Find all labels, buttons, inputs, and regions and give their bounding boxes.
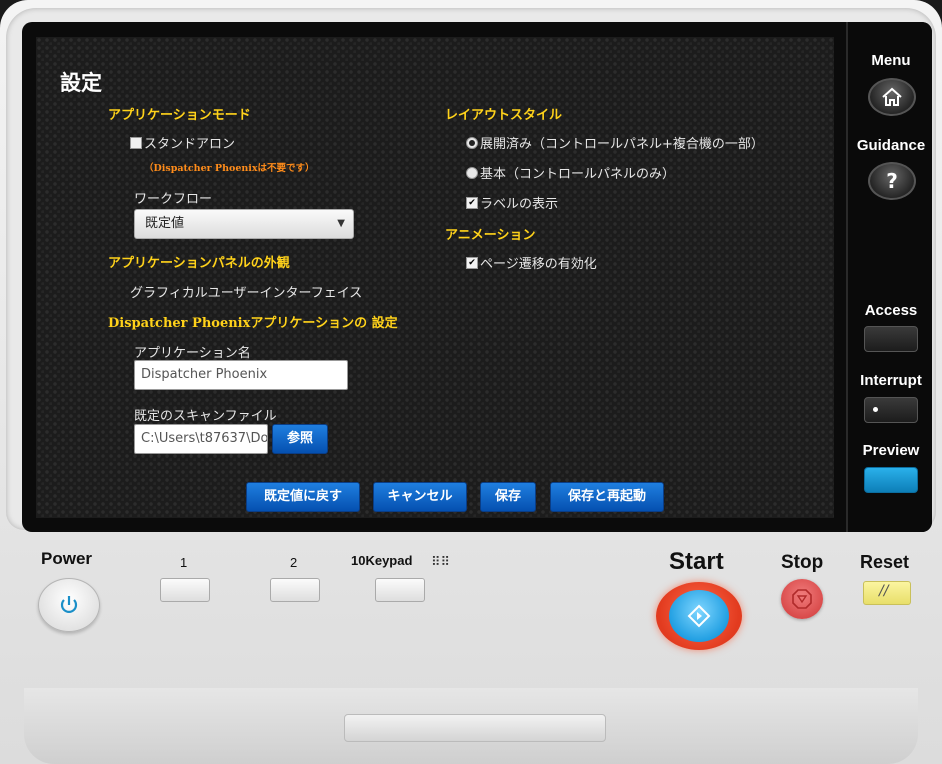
stop-button[interactable]	[781, 579, 823, 619]
power-icon	[60, 596, 78, 613]
power-button[interactable]	[38, 578, 100, 632]
stop-label: Stop	[781, 552, 824, 573]
app-name-label: アプリケーション名	[134, 346, 251, 361]
start-button[interactable]	[656, 582, 742, 650]
layout-expanded-label[interactable]: 展開済み（コントロールパネル+複合機の一部）	[480, 133, 764, 152]
tray-handle[interactable]	[344, 714, 606, 742]
key2-button[interactable]	[270, 578, 320, 602]
page-transition-checkbox[interactable]: ✔	[466, 257, 478, 269]
standalone-note: （Dispatcher Phoenixは不要です）	[144, 163, 315, 174]
home-icon	[882, 87, 902, 106]
browse-button[interactable]: 参照	[272, 424, 328, 454]
page-transition-label[interactable]: ページ遷移の有効化	[480, 253, 597, 272]
key1-label: 1	[180, 555, 188, 570]
menu-button[interactable]	[868, 78, 916, 116]
workflow-select-value: 既定値	[145, 216, 185, 231]
reset-label: Reset	[860, 552, 910, 572]
layout-expanded-radio[interactable]	[466, 137, 478, 149]
layout-basic-radio[interactable]	[466, 167, 478, 179]
save-button[interactable]: 保存	[480, 482, 536, 512]
start-label: Start	[669, 548, 724, 575]
keypad-button[interactable]	[375, 578, 425, 602]
panel-appearance-value: グラフィカルユーザーインターフェイス	[130, 286, 363, 301]
interrupt-indicator-icon	[873, 407, 878, 412]
layout-style-heading: レイアウトスタイル	[445, 108, 563, 123]
key1-button[interactable]	[160, 578, 210, 602]
menu-label: Menu	[871, 52, 911, 69]
dp-settings-heading: Dispatcher Phoenixアプリケーションの 設定	[108, 316, 398, 331]
show-labels-checkbox[interactable]: ✔	[466, 197, 478, 209]
access-button[interactable]	[864, 326, 918, 352]
guidance-label: Guidance	[856, 137, 926, 154]
touch-screen: 設定 アプリケーションモード スタンドアロン （Dispatcher Phoen…	[22, 22, 932, 532]
device-body: 設定 アプリケーションモード スタンドアロン （Dispatcher Phoen…	[0, 0, 942, 764]
app-name-input[interactable]: Dispatcher Phoenix	[134, 360, 348, 390]
show-labels-label[interactable]: ラベルの表示	[480, 193, 558, 212]
keypad-label: 10Keypad	[351, 553, 413, 568]
stop-octagon-icon	[792, 589, 812, 609]
dropdown-arrow-icon: ▼	[337, 218, 345, 229]
standalone-label[interactable]: スタンドアロン	[144, 133, 235, 152]
start-button-core	[669, 590, 729, 642]
side-panel: Menu Guidance ? Access Interrupt Preview	[846, 22, 932, 532]
app-mode-heading: アプリケーションモード	[108, 108, 251, 123]
panel-appearance-heading: アプリケーションパネルの外観	[108, 256, 290, 271]
layout-basic-label[interactable]: 基本（コントロールパネルのみ）	[480, 163, 675, 182]
screen-bezel: 設定 アプリケーションモード スタンドアロン （Dispatcher Phoen…	[6, 8, 936, 532]
page-title: 設定	[60, 71, 102, 95]
scan-file-label: 既定のスキャンファイル	[134, 409, 277, 424]
animation-heading: アニメーション	[445, 228, 536, 243]
settings-panel: 設定 アプリケーションモード スタンドアロン （Dispatcher Phoen…	[36, 37, 834, 518]
preview-button[interactable]	[864, 467, 918, 493]
reset-default-button[interactable]: 既定値に戻す	[246, 482, 360, 512]
guidance-button[interactable]: ?	[868, 162, 916, 200]
preview-label: Preview	[862, 442, 920, 459]
scan-file-input[interactable]: C:\Users\t87637\Do	[134, 424, 268, 454]
question-icon: ?	[886, 169, 898, 193]
paper-tray	[24, 688, 918, 764]
power-label: Power	[41, 549, 93, 568]
workflow-select[interactable]: 既定値 ▼	[134, 209, 354, 239]
interrupt-label: Interrupt	[860, 372, 922, 389]
interrupt-button[interactable]	[864, 397, 918, 423]
save-restart-button[interactable]: 保存と再起動	[550, 482, 664, 512]
access-label: Access	[864, 302, 918, 319]
standalone-checkbox[interactable]	[130, 137, 142, 149]
workflow-label: ワークフロー	[134, 192, 213, 207]
key2-label: 2	[290, 555, 298, 570]
start-diamond-icon	[687, 604, 711, 628]
cancel-button[interactable]: キャンセル	[373, 482, 467, 512]
reset-button[interactable]: //	[863, 581, 911, 605]
keypad-grid-icon: ⠿⠿	[431, 555, 451, 570]
reset-slash-icon: //	[879, 583, 889, 599]
